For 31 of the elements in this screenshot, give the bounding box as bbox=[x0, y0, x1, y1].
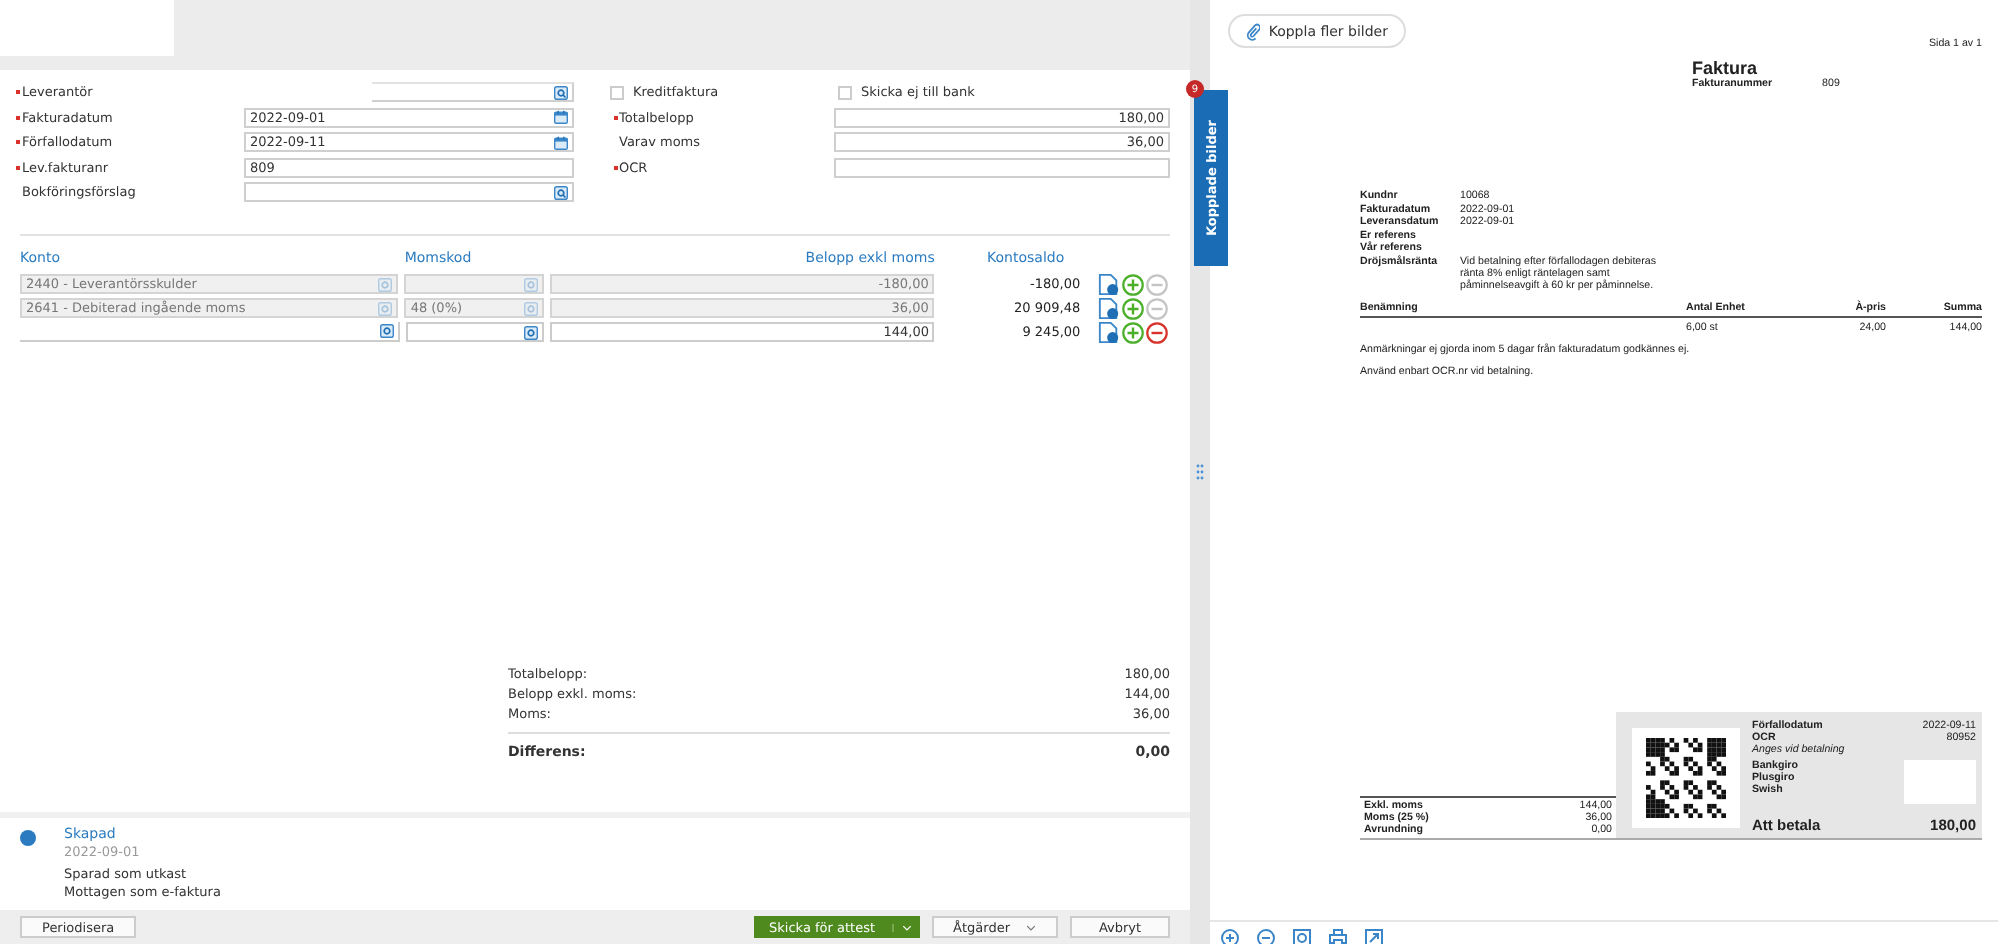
amount-field[interactable] bbox=[833, 157, 1170, 177]
print-icon[interactable] bbox=[1328, 928, 1348, 944]
document-search-icon[interactable] bbox=[1098, 321, 1121, 343]
calendar-icon[interactable] bbox=[553, 135, 567, 149]
search-icon[interactable] bbox=[553, 185, 567, 199]
account-field[interactable] bbox=[20, 322, 400, 342]
add-icon[interactable] bbox=[1122, 321, 1145, 343]
zoom-out-icon[interactable] bbox=[1256, 928, 1276, 944]
document-search-icon[interactable] bbox=[1098, 273, 1121, 295]
qr-code-icon bbox=[1646, 737, 1726, 817]
paperclip-icon bbox=[1246, 21, 1261, 41]
search-icon[interactable] bbox=[524, 325, 539, 339]
remove-icon[interactable] bbox=[1146, 321, 1169, 343]
caret-icon bbox=[1026, 923, 1036, 931]
lookup-field[interactable] bbox=[244, 182, 573, 202]
document-search-icon[interactable] bbox=[1098, 297, 1121, 319]
blank-field bbox=[1904, 760, 1976, 804]
lookup-field[interactable] bbox=[372, 82, 573, 102]
calendar-icon[interactable] bbox=[553, 110, 567, 124]
search-icon[interactable] bbox=[553, 85, 567, 99]
drag-handle-icon[interactable] bbox=[1196, 464, 1204, 480]
search-icon[interactable] bbox=[379, 324, 394, 338]
open-external-icon[interactable] bbox=[1364, 928, 1384, 944]
fit-page-icon[interactable] bbox=[1292, 928, 1312, 944]
vat-code-field[interactable] bbox=[404, 274, 545, 294]
zoom-in-icon[interactable] bbox=[1220, 928, 1240, 944]
vat-code-field[interactable] bbox=[405, 322, 545, 342]
add-icon[interactable] bbox=[1122, 273, 1145, 295]
add-icon[interactable] bbox=[1122, 297, 1145, 319]
timeline-dot bbox=[20, 830, 36, 846]
document-title: Faktura bbox=[1692, 58, 1760, 78]
